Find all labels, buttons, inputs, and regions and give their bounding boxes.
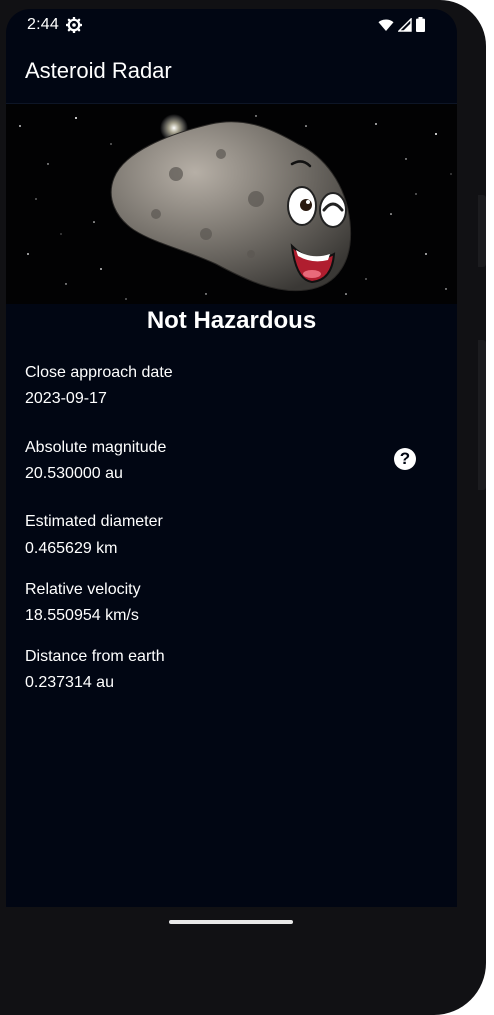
status-bar: 2:44 <box>6 9 457 43</box>
asteroid-illustration <box>6 104 457 304</box>
wifi-icon <box>378 19 394 31</box>
hazard-status-heading: Not Hazardous <box>146 307 317 334</box>
relative-velocity-value: 18.550954 km/s <box>25 607 139 624</box>
close-approach-date-value: 2023-09-17 <box>25 390 107 407</box>
power-button <box>478 195 486 267</box>
volume-button <box>478 340 486 490</box>
close-approach-date-label: Close approach date <box>25 364 173 381</box>
gear-icon <box>66 17 82 33</box>
estimated-diameter-label: Estimated diameter <box>25 513 163 530</box>
absolute-magnitude-value: 20.530000 au <box>25 465 123 482</box>
signal-icon <box>398 17 412 32</box>
help-circle-icon[interactable]: ? <box>394 448 416 470</box>
absolute-magnitude-label: Absolute magnitude <box>25 439 167 456</box>
distance-from-earth-value: 0.237314 au <box>25 674 114 691</box>
estimated-diameter-value: 0.465629 km <box>25 540 118 557</box>
distance-from-earth-label: Distance from earth <box>25 648 165 665</box>
relative-velocity-label: Relative velocity <box>25 581 141 598</box>
navigation-handle[interactable] <box>169 920 293 924</box>
asteroid-image <box>6 104 457 304</box>
screen: 2:44 Asteroid Radar Not Hazardous Close … <box>6 9 457 907</box>
battery-icon <box>416 17 425 32</box>
app-bar: Asteroid Radar <box>6 43 457 104</box>
app-title: Asteroid Radar <box>25 58 172 83</box>
status-time: 2:44 <box>27 16 59 33</box>
phone-frame: 2:44 Asteroid Radar Not Hazardous Close … <box>0 0 486 1015</box>
